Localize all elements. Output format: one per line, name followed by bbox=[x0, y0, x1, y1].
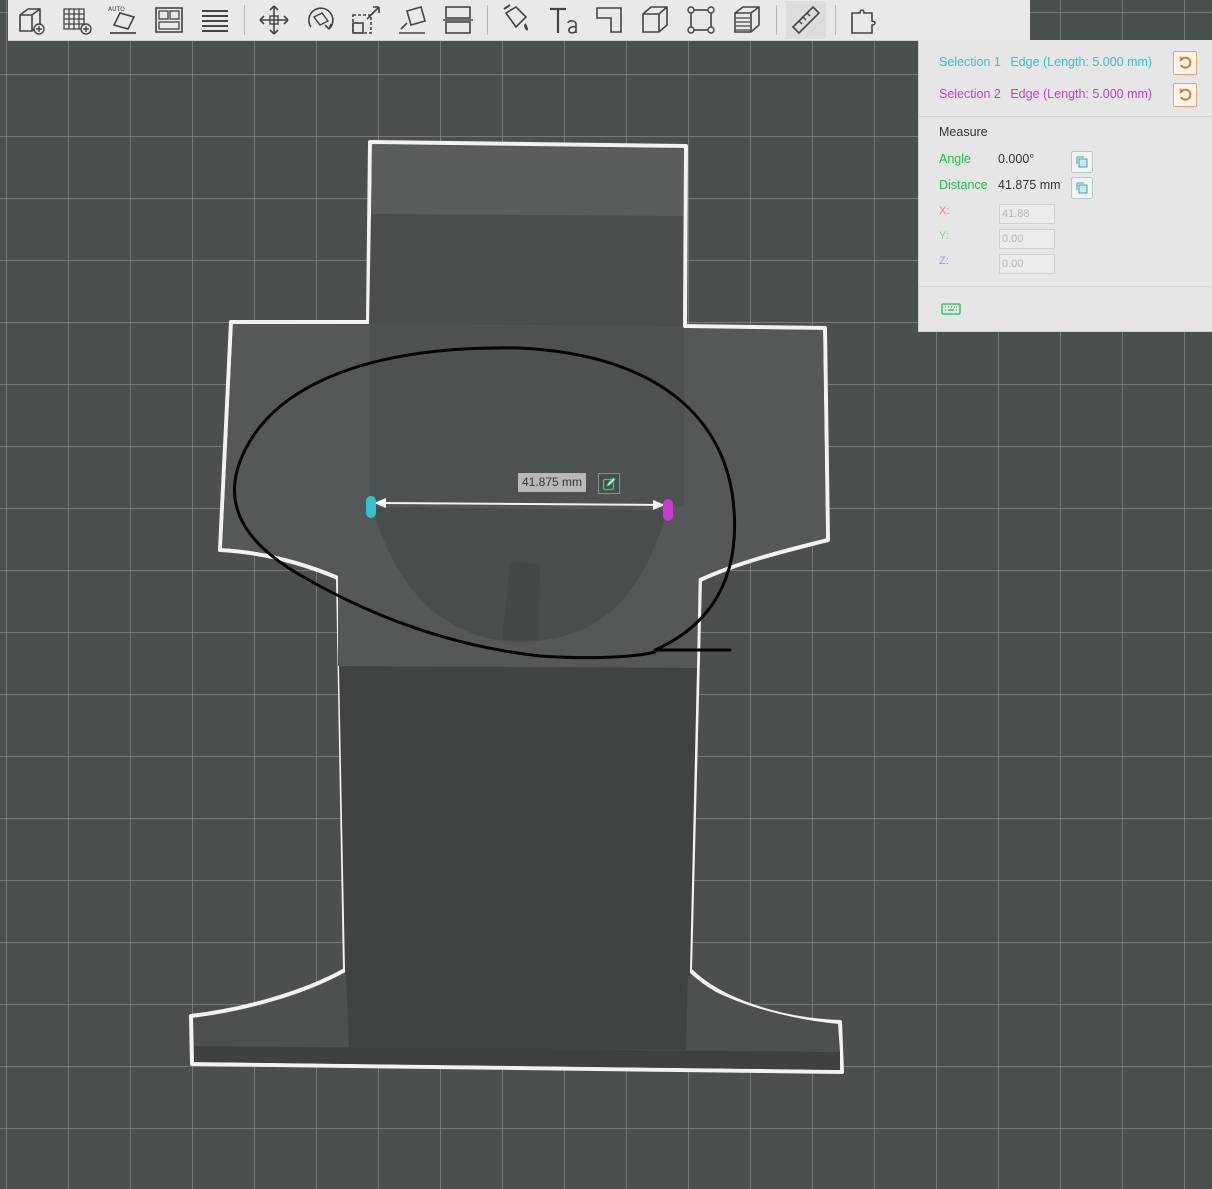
selection1-marker[interactable] bbox=[366, 496, 376, 518]
z-input[interactable]: 0.00 bbox=[999, 254, 1055, 274]
selection1-row: Selection 1 Edge (Length: 5.000 mm) bbox=[939, 50, 1152, 74]
measure-ruler-icon bbox=[791, 5, 821, 35]
paint-support-icon bbox=[503, 4, 528, 31]
copy-distance-button[interactable] bbox=[1071, 177, 1093, 199]
move-button[interactable] bbox=[254, 1, 294, 39]
z-label: Z: bbox=[939, 255, 949, 267]
undo-icon bbox=[1179, 88, 1192, 101]
cut-icon bbox=[443, 6, 473, 34]
model-lower-body bbox=[339, 666, 697, 1050]
keyboard-shortcuts-button[interactable] bbox=[941, 302, 961, 319]
copy-angle-button[interactable] bbox=[1071, 151, 1093, 173]
selection2-marker[interactable] bbox=[663, 499, 673, 521]
distance-label: Distance bbox=[939, 178, 988, 192]
x-input[interactable]: 41.88 bbox=[999, 204, 1055, 224]
toolbar-separator bbox=[835, 5, 836, 35]
selection1-value: Edge (Length: 5.000 mm) bbox=[1010, 55, 1153, 69]
dimension-value-label: 41.875 mm bbox=[518, 473, 587, 492]
angle-label: Angle bbox=[939, 152, 971, 166]
selection2-label: Selection 2 bbox=[939, 87, 1001, 101]
measure-panel: Selection 1 Edge (Length: 5.000 mm) Sele… bbox=[918, 40, 1212, 332]
selection1-label: Selection 1 bbox=[939, 55, 1001, 69]
variable-layer-icon bbox=[596, 7, 622, 33]
measure-button[interactable] bbox=[786, 1, 826, 39]
arrange-icon bbox=[155, 7, 183, 33]
divider bbox=[919, 286, 1212, 287]
scale-icon bbox=[352, 6, 380, 34]
model-upper-body bbox=[369, 214, 683, 326]
divider bbox=[919, 116, 1212, 117]
measure-section-title: Measure bbox=[939, 125, 988, 139]
scale-button[interactable] bbox=[346, 1, 386, 39]
top-toolbar: AUTO bbox=[8, 0, 1030, 41]
rotate-button[interactable] bbox=[300, 1, 340, 39]
boolean-button[interactable] bbox=[681, 1, 721, 39]
paint-support-button[interactable] bbox=[497, 1, 537, 39]
mesh-fill-button[interactable] bbox=[727, 1, 767, 39]
text-tool-button[interactable] bbox=[543, 1, 583, 39]
selection2-row: Selection 2 Edge (Length: 5.000 mm) bbox=[939, 82, 1152, 106]
cube-button[interactable] bbox=[635, 1, 675, 39]
assembly-icon bbox=[851, 9, 876, 34]
reset-selection2-button[interactable] bbox=[1173, 83, 1197, 107]
add-object-button[interactable] bbox=[11, 1, 51, 39]
auto-orient-icon: AUTO bbox=[108, 6, 136, 34]
add-plate-button[interactable] bbox=[57, 1, 97, 39]
assembly-button[interactable] bbox=[845, 1, 885, 39]
selection2-value: Edge (Length: 5.000 mm) bbox=[1010, 87, 1153, 101]
toolbar-separator bbox=[244, 5, 245, 35]
add-object-icon bbox=[19, 8, 45, 35]
variable-layer-button[interactable] bbox=[589, 1, 629, 39]
y-input[interactable]: 0.00 bbox=[999, 229, 1055, 249]
keyboard-icon bbox=[941, 303, 961, 315]
toolbar-separator bbox=[487, 5, 488, 35]
angle-value: 0.000° bbox=[998, 152, 1035, 166]
toolbar-separator bbox=[776, 5, 777, 35]
edit-dimension-button[interactable] bbox=[598, 473, 620, 494]
cube-icon bbox=[642, 6, 668, 33]
add-plate-icon bbox=[63, 8, 92, 35]
reset-selection1-button[interactable] bbox=[1173, 51, 1197, 75]
undo-icon bbox=[1179, 56, 1192, 69]
model-top-face bbox=[371, 145, 684, 216]
distance-value: 41.875 mm bbox=[998, 178, 1061, 192]
edit-icon bbox=[602, 476, 616, 490]
rotate-icon bbox=[308, 7, 334, 30]
y-label: Y: bbox=[939, 230, 949, 242]
auto-orient-label: AUTO bbox=[108, 6, 125, 13]
move-icon bbox=[259, 5, 289, 35]
cut-button[interactable] bbox=[438, 1, 478, 39]
x-label: X: bbox=[939, 205, 950, 217]
copy-icon bbox=[1076, 156, 1088, 168]
lay-on-face-icon bbox=[399, 6, 426, 34]
split-list-button[interactable] bbox=[195, 1, 235, 39]
arrange-button[interactable] bbox=[149, 1, 189, 39]
auto-orient-button[interactable]: AUTO bbox=[103, 1, 143, 39]
text-icon bbox=[550, 7, 577, 34]
boolean-icon bbox=[687, 6, 715, 34]
lay-on-face-button[interactable] bbox=[392, 1, 432, 39]
split-list-icon bbox=[202, 10, 228, 32]
mesh-fill-icon bbox=[734, 6, 760, 33]
copy-icon bbox=[1076, 182, 1088, 194]
